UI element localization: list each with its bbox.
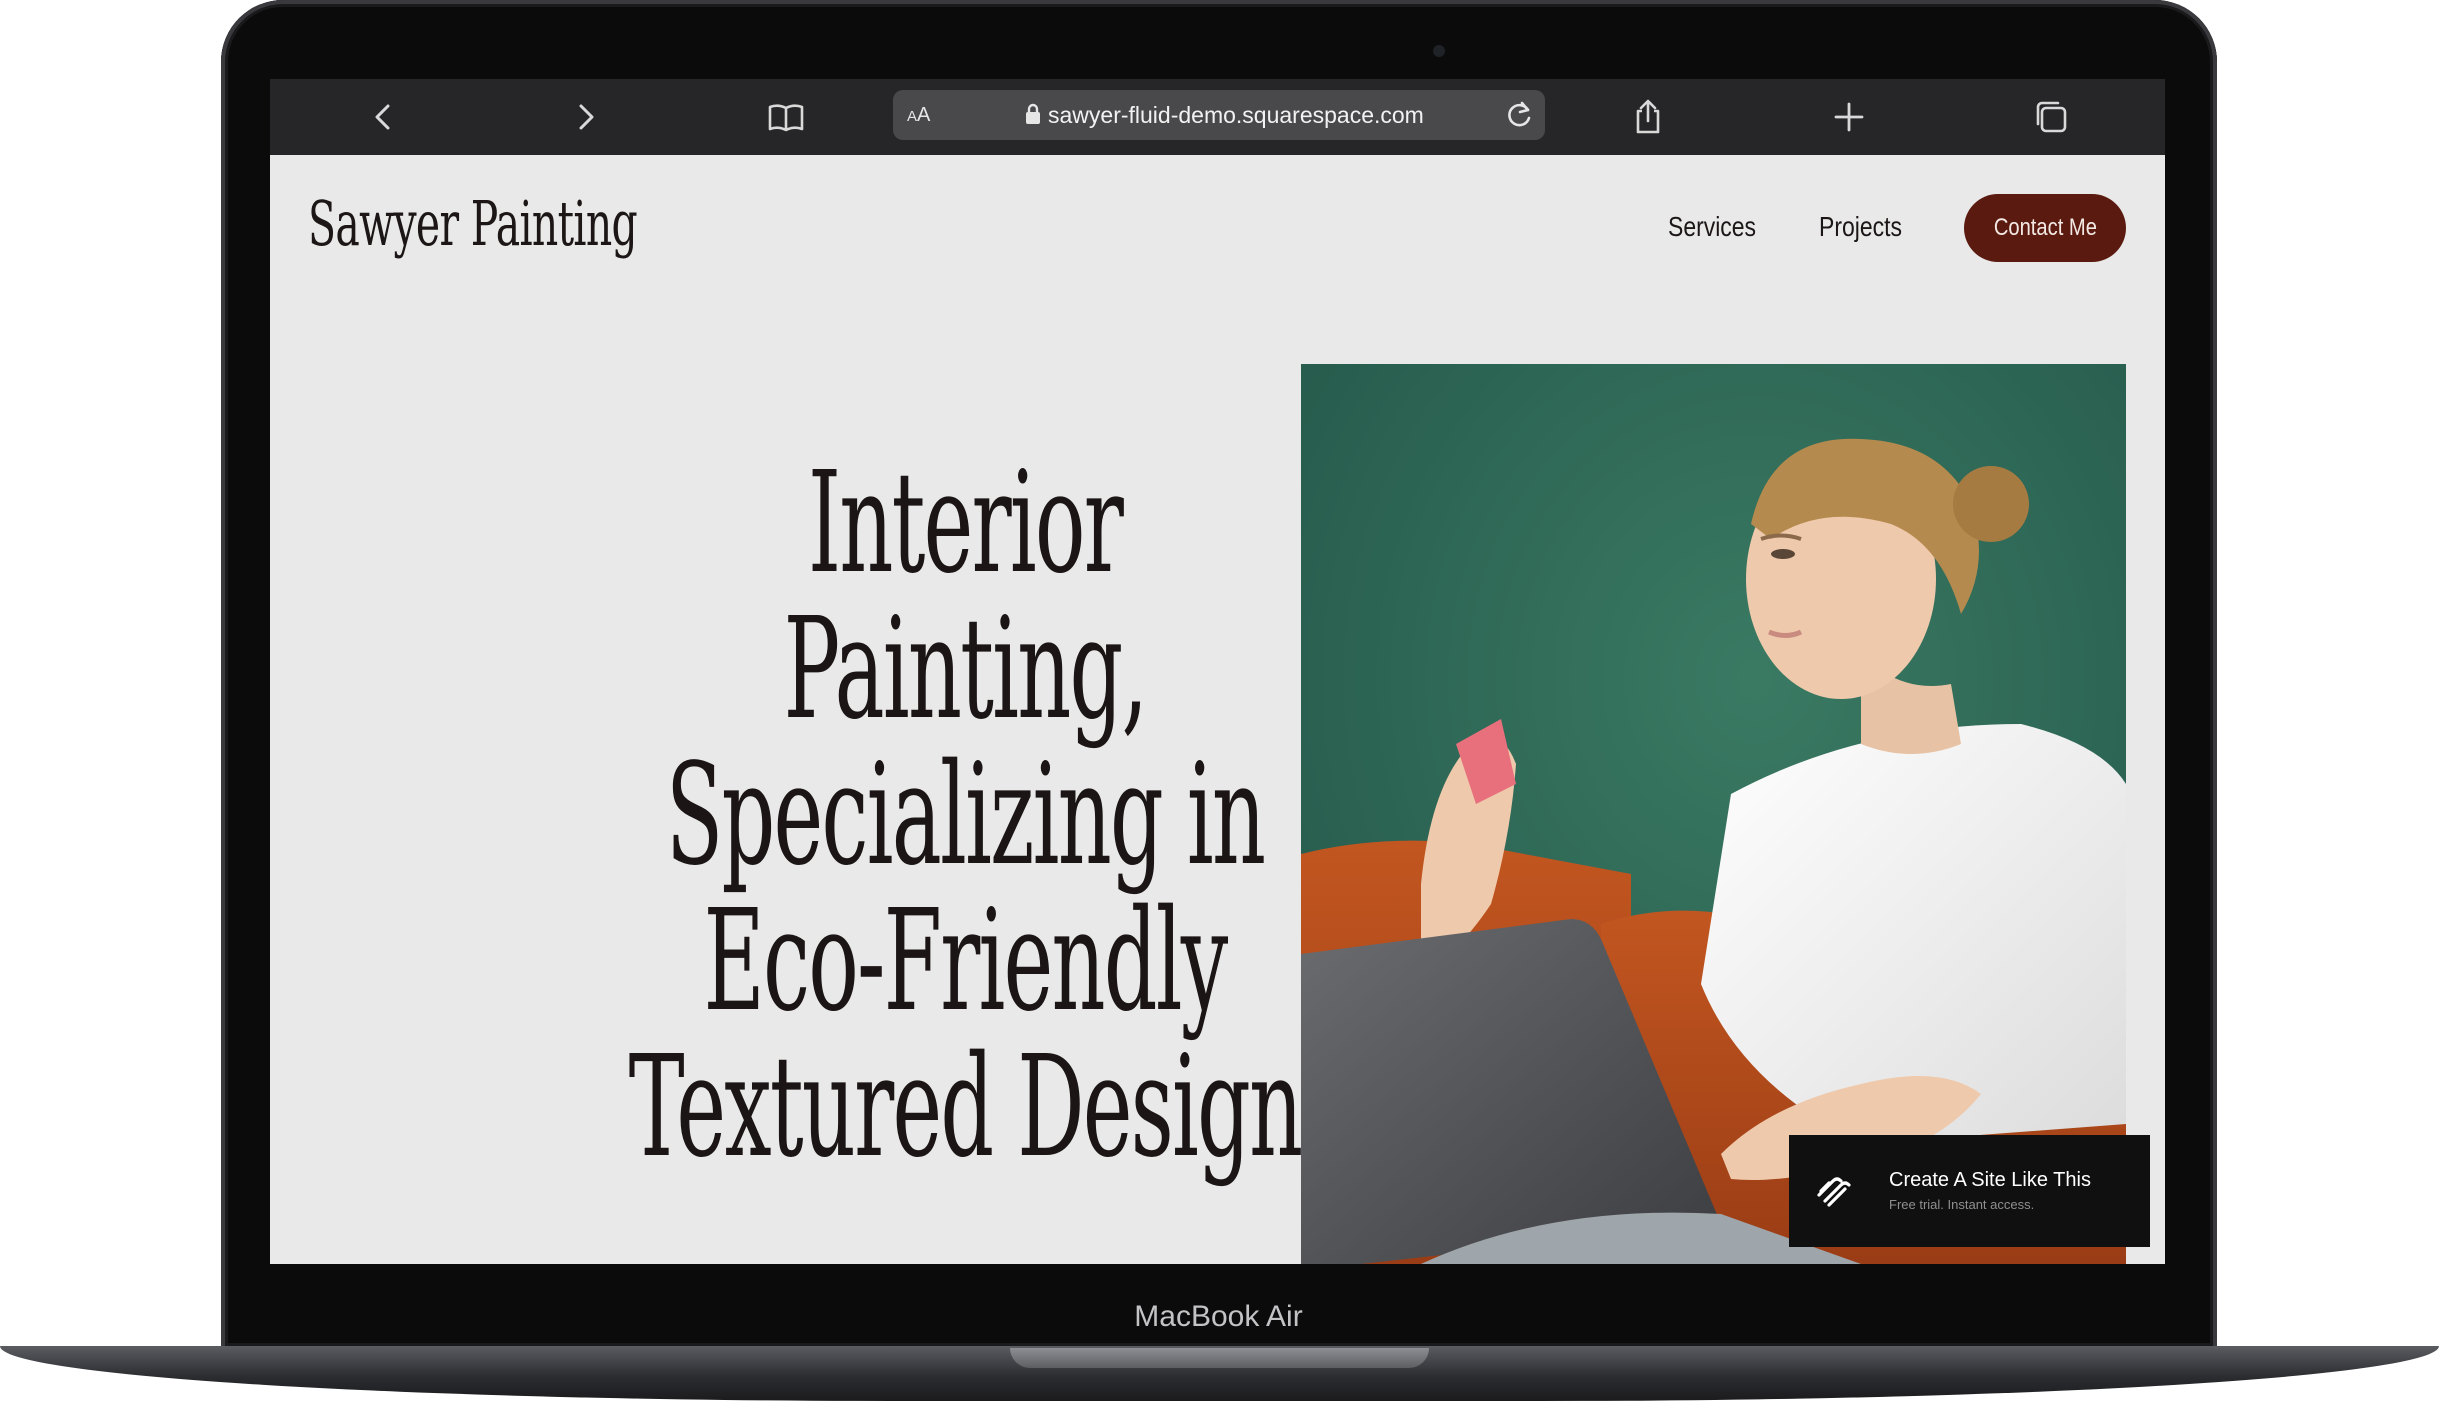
chevron-left-icon[interactable] [364, 97, 404, 137]
address-bar[interactable]: AA sawyer-fluid-demo.squarespace.com [893, 90, 1545, 140]
badge-title: Create A Site Like This [1889, 1169, 2091, 1191]
browser-screen: AA sawyer-fluid-demo.squarespace.com Saw… [270, 79, 2165, 1264]
tabs-icon[interactable] [2031, 97, 2071, 137]
contact-button-label: Contact Me [1993, 214, 2097, 241]
lock-icon [1026, 103, 1040, 124]
laptop-hinge-notch [1010, 1348, 1429, 1368]
webcam [1433, 45, 1445, 57]
site-logo[interactable]: Sawyer Painting [308, 187, 638, 260]
chevron-right-icon[interactable] [565, 97, 605, 137]
reload-icon[interactable] [1502, 98, 1536, 132]
hero-line: Interior [807, 442, 1124, 605]
share-icon[interactable] [1628, 97, 1668, 137]
text-size-button[interactable]: AA [907, 104, 930, 127]
create-site-badge[interactable]: Create A Site Like This Free trial. Inst… [1789, 1135, 2150, 1247]
hero-line: Specializing in [665, 734, 1266, 897]
squarespace-logo-icon [1817, 1177, 1851, 1207]
book-icon[interactable] [766, 97, 806, 137]
hero-line: Textured Design [628, 1026, 1303, 1189]
device-model-label: MacBook Air [1134, 1300, 1303, 1333]
hero-photo [1301, 364, 2126, 1264]
url-text: sawyer-fluid-demo.squarespace.com [1048, 102, 1424, 128]
hero-line: Eco-Friendly [703, 880, 1229, 1043]
nav-services[interactable]: Services [1668, 211, 1756, 243]
badge-subtitle: Free trial. Instant access. [1889, 1197, 2035, 1212]
laptop-mockup: AA sawyer-fluid-demo.squarespace.com Saw… [0, 0, 2439, 1401]
hero-line: Painting, [783, 588, 1149, 751]
plus-icon[interactable] [1829, 97, 1869, 137]
nav-projects[interactable]: Projects [1819, 211, 1902, 243]
contact-button[interactable]: Contact Me [1964, 194, 2126, 262]
browser-toolbar: AA sawyer-fluid-demo.squarespace.com [270, 79, 2165, 155]
